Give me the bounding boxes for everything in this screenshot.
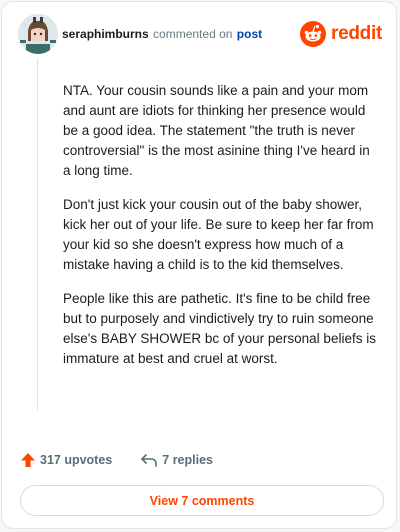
- comment-body: NTA. Your cousin sounds like a pain and …: [63, 81, 381, 383]
- reddit-logo-icon: [300, 21, 327, 47]
- user-avatar-icon: [18, 14, 58, 54]
- view-comments-label: View 7 comments: [149, 493, 255, 508]
- comment-actions: 317 upvotes 7 replies: [20, 452, 213, 468]
- replies-button[interactable]: 7 replies: [140, 452, 213, 468]
- comment-header: seraphimburns commented on post: [62, 27, 262, 41]
- upvote-count: 317 upvotes: [40, 453, 113, 467]
- comment-card: seraphimburns commented on post reddit N…: [1, 1, 397, 529]
- reddit-brand[interactable]: reddit: [300, 21, 382, 47]
- post-link[interactable]: post: [237, 27, 262, 41]
- view-comments-button[interactable]: View 7 comments: [20, 485, 384, 516]
- thread-line[interactable]: [37, 58, 38, 410]
- upvote-button[interactable]: 317 upvotes: [20, 452, 112, 468]
- username[interactable]: seraphimburns: [62, 27, 149, 41]
- action-text: commented on: [153, 27, 233, 41]
- reddit-wordmark: reddit: [331, 23, 382, 44]
- comment-paragraph: Don't just kick your cousin out of the b…: [63, 197, 374, 272]
- reply-arrow-icon: [141, 454, 158, 467]
- comment-paragraph: People like this are pathetic. It's fine…: [63, 291, 376, 366]
- reply-count: 7 replies: [162, 453, 213, 467]
- upvote-arrow-icon: [21, 453, 35, 467]
- comment-paragraph: NTA. Your cousin sounds like a pain and …: [63, 83, 370, 178]
- avatar[interactable]: [18, 14, 58, 54]
